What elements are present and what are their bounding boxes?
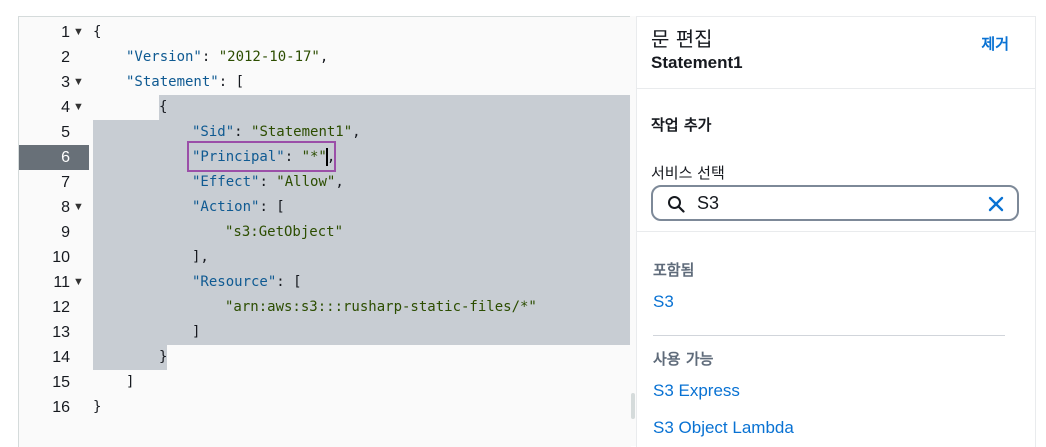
line-number-text: 5: [61, 124, 70, 141]
panel-divider: [637, 231, 1035, 232]
line-number: 14: [19, 345, 89, 370]
line-number: 16: [19, 395, 89, 420]
available-service-s3-object-lambda[interactable]: S3 Object Lambda: [653, 418, 794, 438]
included-service-s3[interactable]: S3: [653, 292, 674, 312]
line-number-text: 2: [61, 49, 70, 66]
principal-highlight-box: [187, 141, 336, 172]
fold-toggle-icon[interactable]: ▼: [73, 20, 84, 45]
code-line-16: }: [93, 399, 102, 415]
line-number-text: 11: [53, 274, 70, 291]
search-icon: [668, 196, 685, 213]
line-number-text: 1: [61, 24, 70, 41]
fold-toggle-icon[interactable]: ▼: [73, 195, 84, 220]
code-line-4: {: [159, 99, 168, 115]
line-number: 6: [19, 145, 89, 170]
editor-scrollbar-thumb[interactable]: [631, 393, 635, 419]
line-number-gutter: 1 ▼ 2 3 ▼ 4 ▼ 5 6 7 8 ▼ 9 10 11 ▼ 12 13 14 15 16: [19, 17, 89, 447]
line-number-text: 16: [52, 399, 70, 416]
line-number-text: 8: [61, 199, 70, 216]
line-number-text: 14: [52, 349, 70, 366]
text-cursor: [326, 148, 328, 166]
included-group-title: 포함됨: [653, 261, 695, 279]
code-line-13: ]: [192, 324, 201, 340]
remove-statement-button[interactable]: 제거: [981, 33, 1009, 54]
selection-highlight: [93, 345, 167, 370]
panel-divider: [637, 88, 1035, 89]
search-value[interactable]: S3: [697, 193, 719, 214]
code-line-10: ],: [192, 249, 209, 265]
line-number: 11 ▼: [19, 270, 89, 295]
line-number: 1 ▼: [19, 20, 89, 45]
line-number: 2: [19, 45, 89, 70]
clear-icon[interactable]: [987, 195, 1005, 213]
line-number: 13: [19, 320, 89, 345]
code-area[interactable]: { "Version": "2012-10-17", "Statement": …: [89, 17, 631, 447]
code-line-9: "s3:GetObject": [225, 224, 344, 240]
line-number: 10: [19, 245, 89, 270]
service-search-input[interactable]: S3: [651, 185, 1019, 221]
policy-json-editor[interactable]: 1 ▼ 2 3 ▼ 4 ▼ 5 6 7 8 ▼ 9 10 11 ▼ 12 13 14 15 16 { "Version"…: [18, 16, 631, 447]
edit-statement-panel: 문 편집 Statement1 제거 작업 추가 서비스 선택 S3 포함됨 S…: [636, 16, 1036, 447]
line-number: 12: [19, 295, 89, 320]
line-number-text: 6: [61, 149, 70, 166]
line-number-text: 9: [61, 224, 70, 241]
add-action-title: 작업 추가: [651, 116, 712, 134]
line-number: 7: [19, 170, 89, 195]
panel-title: 문 편집: [651, 27, 713, 51]
line-number: 9: [19, 220, 89, 245]
fold-toggle-icon[interactable]: ▼: [73, 95, 84, 120]
code-line-8: "Action": [: [192, 199, 285, 215]
code-line-14: }: [159, 349, 168, 365]
line-number-text: 15: [52, 374, 70, 391]
code-line-7: "Effect": "Allow",: [192, 174, 344, 190]
code-line-2: "Version": "2012-10-17",: [126, 49, 329, 65]
statement-name: Statement1: [651, 53, 743, 72]
available-service-s3-express[interactable]: S3 Express: [653, 381, 740, 401]
line-number: 5: [19, 120, 89, 145]
code-line-1: {: [93, 24, 102, 40]
line-number-text: 10: [52, 249, 70, 266]
line-number: 3 ▼: [19, 70, 89, 95]
fold-toggle-icon[interactable]: ▼: [73, 70, 84, 95]
fold-toggle-icon[interactable]: ▼: [73, 270, 84, 295]
line-number-text: 7: [61, 174, 70, 191]
code-line-11: "Resource": [: [192, 274, 302, 290]
line-number-text: 13: [52, 324, 70, 341]
service-select-label: 서비스 선택: [651, 164, 725, 182]
line-number-text: 3: [61, 74, 70, 91]
line-number-text: 4: [61, 99, 70, 116]
line-number: 4 ▼: [19, 95, 89, 120]
code-line-12: "arn:aws:s3:::rusharp-static-files/*": [225, 299, 537, 315]
line-number-text: 12: [52, 299, 70, 316]
group-divider: [653, 335, 1005, 336]
code-line-3: "Statement": [: [126, 74, 245, 90]
available-group-title: 사용 가능: [653, 350, 714, 368]
line-number: 8 ▼: [19, 195, 89, 220]
line-number: 15: [19, 370, 89, 395]
code-line-15: ]: [126, 374, 135, 390]
